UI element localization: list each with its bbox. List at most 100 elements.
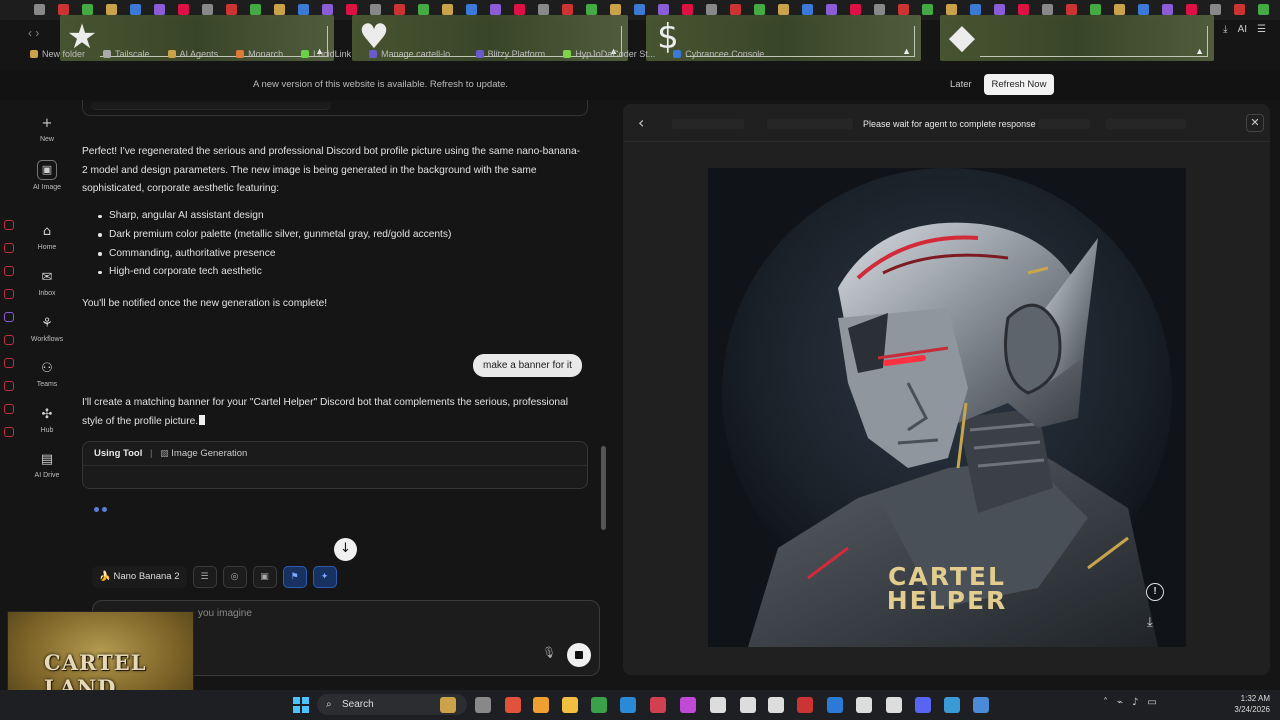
bookmark-item[interactable]: LucidLink [301,49,351,59]
refresh-now-button[interactable]: Refresh Now [984,74,1054,95]
taskbar-app-icon[interactable] [710,697,726,713]
taskbar-app-icon[interactable] [915,697,931,713]
network-icon[interactable]: ⌁ [1117,697,1123,708]
refresh-icon[interactable]: ◎ [222,566,247,588]
list-item: High-end corporate tech aesthetic [98,263,579,282]
list-item: Dark premium color palette (metallic sil… [98,226,579,245]
nav-workflows[interactable]: ⚘ Workflows [22,316,72,343]
update-banner: A new version of this website is availab… [0,70,1280,100]
taskbar-app-icon[interactable] [440,697,456,713]
nav-home[interactable]: ⌂ Home [22,224,72,251]
bookmark-item[interactable]: AI Agents [167,49,218,59]
bookmark-item[interactable]: Monarch [236,49,283,59]
bookmark-item[interactable]: Blitzy Platform [475,49,545,59]
tool-card-header: Using Tool | ▨ Image Generation [83,442,587,466]
tool-usage-card: Using Tool | ▨ Image Generation [82,441,588,489]
generated-image: CARTEL HELPER [708,168,1186,647]
settings-sliders-icon[interactable]: ☰ [192,566,217,588]
nav-inbox[interactable]: ✉ Inbox [22,270,72,297]
bookmark-icon [673,50,682,58]
menu-icon[interactable]: ☰ [1257,24,1266,35]
bookmark-icon [563,50,572,58]
taskbar-app-icon[interactable] [650,697,666,713]
taskbar-app-icon[interactable] [886,697,902,713]
plus-icon: + [41,116,53,131]
home-icon: ⌂ [42,224,52,239]
teams-icon: ⚇ [41,361,53,376]
system-tray: ˄ ⌁ ♪ ▭ [1103,697,1157,708]
scroll-to-bottom-button[interactable]: ↓ [334,538,357,561]
magic-wand-icon[interactable]: ✦ [312,566,337,588]
battery-icon[interactable]: ▭ [1147,697,1156,708]
model-selector[interactable]: 🍌 Nano Banana 2 [92,566,187,588]
composer-toolbar: 🍌 Nano Banana 2 ☰ ◎ ▣ ⚑ ✦ [92,566,337,588]
taskbar-app-icon[interactable] [827,697,843,713]
disabled-action [1038,119,1090,129]
chat-scrollbar[interactable] [601,446,606,530]
user-message-bubble: make a banner for it [473,354,582,377]
workflow-icon: ⚘ [41,316,53,331]
volume-icon[interactable]: ♪ [1132,697,1138,708]
mode-toggle-icon[interactable]: ⚑ [282,566,307,588]
taskbar-app-icon[interactable] [740,697,756,713]
back-chevron-icon[interactable]: ‹ [638,113,644,132]
taskbar-app-icon[interactable] [856,697,872,713]
microphone-icon[interactable]: 🎙 [542,646,556,659]
nav-new[interactable]: + New [22,116,72,143]
wait-message: Please wait for agent to complete respon… [863,119,1036,129]
ai-message-paragraph: Perfect! I've regenerated the serious an… [82,146,581,195]
taskbar-app-icon[interactable] [944,697,960,713]
hub-icon: ✣ [41,407,53,422]
taskbar-app-icon[interactable] [797,697,813,713]
bookmark-item[interactable]: New folder [30,49,85,59]
download-icon[interactable]: ⤓ [1223,24,1227,35]
bookmark-item[interactable]: Tailscale [103,49,150,59]
browser-ai-button[interactable]: AI [1238,24,1247,35]
list-item: Commanding, authoritative presence [98,245,579,264]
bookmark-item[interactable]: HypJoDaCoder St... [563,49,655,59]
download-icon[interactable]: ⤓ [1147,615,1153,630]
bookmarks-bar: New folder Tailscale AI Agents Monarch Lucid… [0,46,1280,62]
bookmark-item[interactable]: Cybrancee Console [673,49,764,59]
nav-hub[interactable]: ✣ Hub [22,407,72,434]
close-icon[interactable]: ✕ [1246,114,1264,132]
windows-taskbar [0,690,1280,720]
prompt-placeholder: you imagine [198,608,252,619]
inbox-icon: ✉ [41,270,53,285]
taskbar-app-icon[interactable] [680,697,696,713]
stop-generation-button[interactable] [567,643,591,667]
taskbar-app-icon[interactable] [973,697,989,713]
chevron-up-icon[interactable]: ˄ [1103,697,1108,708]
windows-start-icon[interactable] [293,697,309,713]
bookmark-item[interactable]: Manage cartell-lo... [369,49,458,59]
taskbar-clock[interactable]: 1:32 AM 3/24/2026 [1222,693,1270,715]
clock-time: 1:32 AM [1240,694,1270,703]
taskbar-app-icon[interactable] [475,697,491,713]
disabled-action [767,119,853,129]
browser-nav-arrows[interactable]: ‹ › [28,26,39,40]
later-button[interactable]: Later [942,75,980,94]
nav-teams[interactable]: ⚇ Teams [22,361,72,388]
clock-date: 3/24/2026 [1234,705,1270,714]
taskbar-app-icon[interactable] [620,697,636,713]
taskbar-app-icon[interactable] [505,697,521,713]
tool-name: Image Generation [171,448,248,459]
ai-message-bullet-list: Sharp, angular AI assistant design Dark … [98,207,579,282]
taskbar-app-icon[interactable] [768,697,784,713]
taskbar-app-icon[interactable] [591,697,607,713]
taskbar-app-icon[interactable] [562,697,578,713]
using-tool-label: Using Tool [94,448,143,459]
nav-ai-image[interactable]: ▣ AI Image [22,160,72,191]
nav-ai-drive[interactable]: ▤ AI Drive [22,452,72,479]
banana-icon: 🍌 [99,571,111,582]
ai-message-streaming: I'll create a matching banner for your "… [82,394,582,431]
image-upload-icon[interactable]: ▣ [252,566,277,588]
disabled-action [1106,119,1186,129]
taskbar-app-icon[interactable] [533,697,549,713]
info-icon[interactable]: ! [1146,583,1164,601]
bookmark-icon [475,50,484,58]
search-icon: ⌕ [326,699,332,710]
browser-sidebar-icons [4,220,18,450]
app-left-nav: + New ▣ AI Image ⌂ Home ✉ Inbox ⚘ Workfl… [22,104,72,604]
typing-indicator-dot [94,507,99,512]
